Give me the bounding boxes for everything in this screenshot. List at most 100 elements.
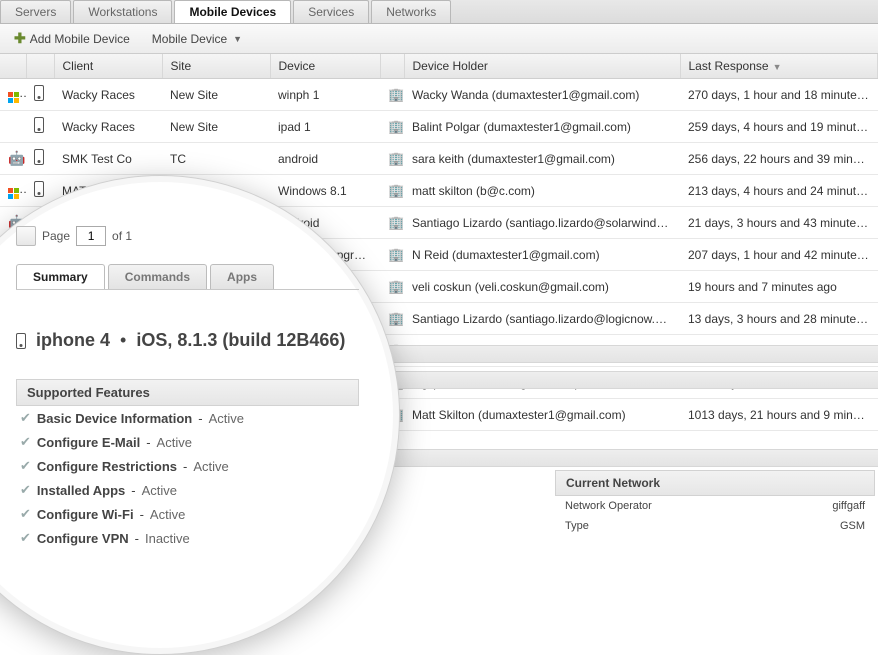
pager-prev-button[interactable] — [16, 226, 36, 246]
phone-icon — [16, 333, 26, 349]
building-icon: 🏢 — [388, 279, 404, 294]
tab-commands[interactable]: Commands — [108, 264, 207, 289]
feature-name: Configure Restrictions — [37, 459, 177, 474]
table-row[interactable]: 🤖SMK Test CoTCandroid🏢sara keith (dumaxt… — [0, 143, 878, 175]
site-cell: TC — [162, 143, 270, 175]
network-operator-label: Network Operator — [565, 500, 652, 512]
supported-features-title: Supported Features — [16, 379, 359, 406]
device-type-cell — [26, 143, 54, 175]
device-cell: android — [270, 143, 380, 175]
device-name: iphone 4 — [36, 330, 110, 351]
toolbar: ✚ Add Mobile Device Mobile Device ▼ — [0, 24, 878, 54]
building-icon: 🏢 — [388, 183, 404, 198]
feature-row: ✔Configure Wi-Fi - Active — [16, 502, 359, 526]
network-type-label: Type — [565, 520, 589, 532]
phone-icon — [34, 149, 44, 165]
building-icon: 🏢 — [388, 247, 404, 262]
holder-cell: Santiago Lizardo (santiago.lizardo@solar… — [404, 207, 680, 239]
feature-name: Basic Device Information — [37, 411, 192, 426]
feature-row: ✔Configure VPN - Inactive — [16, 526, 359, 550]
holder-cell: Balint Polgar (dumaxtester1@gmail.com) — [404, 111, 680, 143]
windows-icon — [8, 188, 19, 199]
feature-status: Inactive — [145, 531, 190, 546]
main-tabs: Servers Workstations Mobile Devices Serv… — [0, 0, 878, 24]
device-cell: winph 1 — [270, 79, 380, 111]
feature-name: Configure E-Mail — [37, 435, 140, 450]
col-device-icon[interactable] — [26, 54, 54, 79]
network-type-row: Type GSM — [555, 516, 875, 536]
check-icon: ✔ — [20, 434, 31, 450]
feature-row: ✔Configure E-Mail - Active — [16, 430, 359, 454]
holder-cell: Santiago Lizardo (santiago.lizardo@logic… — [404, 303, 680, 335]
holder-icon-cell: 🏢 — [380, 239, 404, 271]
feature-status: Active — [193, 459, 228, 474]
table-row[interactable]: Wacky RacesNew Sitewinph 1🏢Wacky Wanda (… — [0, 79, 878, 111]
feature-row: ✔Installed Apps - Active — [16, 478, 359, 502]
check-icon: ✔ — [20, 482, 31, 498]
check-icon: ✔ — [20, 530, 31, 546]
current-network-panel: Current Network Network Operator giffgaf… — [555, 470, 875, 536]
tab-summary[interactable]: Summary — [16, 264, 105, 289]
network-operator-value: giffgaff — [832, 500, 865, 512]
supported-features-section: Supported Features ✔Basic Device Informa… — [16, 379, 359, 550]
tab-apps[interactable]: Apps — [210, 264, 274, 289]
feature-status: Active — [209, 411, 244, 426]
device-type-cell — [26, 79, 54, 111]
feature-status: Active — [157, 435, 192, 450]
holder-icon-cell: 🏢 — [380, 271, 404, 303]
holder-icon-cell: 🏢 — [380, 143, 404, 175]
pager: Page of 1 — [16, 226, 359, 246]
pager-page-input[interactable] — [76, 226, 106, 246]
col-client[interactable]: Client — [54, 54, 162, 79]
current-network-title: Current Network — [555, 470, 875, 496]
holder-icon-cell: 🏢 — [380, 79, 404, 111]
site-cell: New Site — [162, 111, 270, 143]
holder-cell: N Reid (dumaxtester1@gmail.com) — [404, 239, 680, 271]
sort-desc-icon: ▼ — [773, 62, 782, 72]
building-icon: 🏢 — [388, 311, 404, 326]
tab-workstations[interactable]: Workstations — [73, 0, 172, 23]
phone-icon — [34, 117, 44, 133]
last-response-cell: 19 hours and 7 minutes ago — [680, 271, 878, 303]
tab-networks[interactable]: Networks — [371, 0, 451, 23]
check-icon: ✔ — [20, 458, 31, 474]
building-icon: 🏢 — [388, 151, 404, 166]
plus-icon: ✚ — [14, 30, 26, 47]
title-separator: • — [120, 330, 126, 351]
tab-services[interactable]: Services — [293, 0, 369, 23]
col-device[interactable]: Device — [270, 54, 380, 79]
site-cell: New Site — [162, 79, 270, 111]
holder-cell: Wacky Wanda (dumaxtester1@gmail.com) — [404, 79, 680, 111]
phone-icon — [34, 85, 44, 101]
os-cell — [0, 79, 26, 111]
chevron-down-icon: ▼ — [233, 34, 242, 44]
feature-status: Active — [150, 507, 185, 522]
phone-icon — [34, 181, 44, 197]
last-response-cell: 259 days, 4 hours and 19 minutes ago — [680, 111, 878, 143]
mobile-device-menu[interactable]: Mobile Device ▼ — [146, 30, 248, 48]
tab-mobile-devices[interactable]: Mobile Devices — [174, 0, 291, 23]
feature-name: Installed Apps — [37, 483, 125, 498]
feature-row: ✔Basic Device Information - Active — [16, 406, 359, 430]
col-holder[interactable]: Device Holder — [404, 54, 680, 79]
menu-label: Mobile Device — [152, 32, 227, 46]
add-mobile-device-button[interactable]: ✚ Add Mobile Device — [8, 28, 136, 49]
detail-tabs: Summary Commands Apps — [16, 264, 359, 290]
os-cell — [0, 175, 26, 207]
os-cell: 🤖 — [0, 143, 26, 175]
col-holder-icon[interactable] — [380, 54, 404, 79]
building-icon: 🏢 — [388, 87, 404, 102]
holder-icon-cell: 🏢 — [380, 175, 404, 207]
table-row[interactable]: Wacky RacesNew Siteipad 1🏢Balint Polgar … — [0, 111, 878, 143]
col-os-icon[interactable] — [0, 54, 26, 79]
device-title: iphone 4 • iOS, 8.1.3 (build 12B466) — [16, 330, 359, 351]
last-response-cell: 213 days, 4 hours and 24 minutes ago — [680, 175, 878, 207]
holder-cell: matt skilton (b@c.com) — [404, 175, 680, 207]
feature-name: Configure Wi-Fi — [37, 507, 134, 522]
col-site[interactable]: Site — [162, 54, 270, 79]
client-cell: SMK Test Co — [54, 143, 162, 175]
feature-row: ✔Configure Restrictions - Active — [16, 454, 359, 478]
last-response-cell: 270 days, 1 hour and 18 minutes ago — [680, 79, 878, 111]
col-last-response[interactable]: Last Response▼ — [680, 54, 878, 79]
tab-servers[interactable]: Servers — [0, 0, 71, 23]
